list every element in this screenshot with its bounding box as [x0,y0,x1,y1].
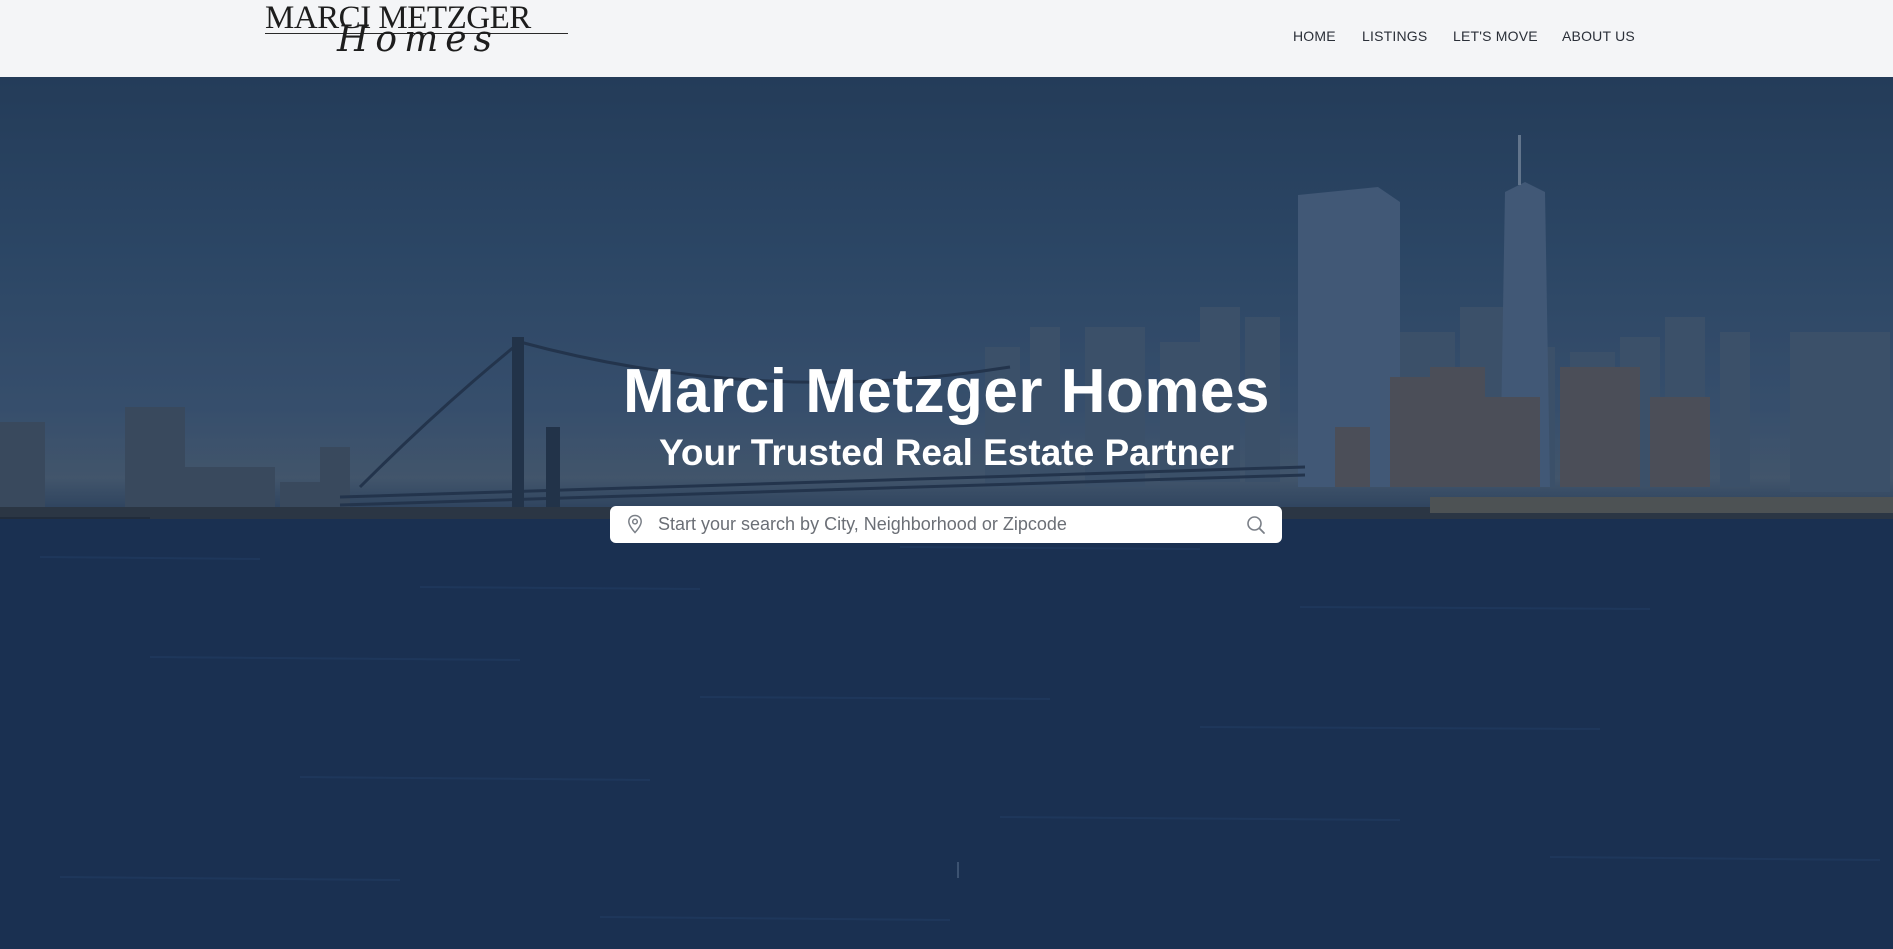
brand-logo[interactable]: MARCI METZGER Homes [265,0,570,66]
search-input[interactable] [656,506,1216,543]
scroll-down-indicator [957,862,959,878]
hero-section: Marci Metzger Homes Your Trusted Real Es… [0,77,1893,949]
search-bar[interactable] [610,506,1282,543]
search-icon[interactable] [1246,515,1266,535]
hero-subtitle: Your Trusted Real Estate Partner [658,432,1235,473]
site-header: MARCI METZGER Homes HOME LISTINGS LET'S … [0,0,1893,77]
logo-script-text: Homes [337,19,499,60]
nav-listings[interactable]: LISTINGS [1362,28,1427,44]
map-pin-icon [628,514,642,534]
hero-title: Marci Metzger Homes [623,357,1270,426]
nav-home[interactable]: HOME [1293,28,1336,44]
nav-lets-move[interactable]: LET'S MOVE [1453,28,1538,44]
nav-about-us[interactable]: ABOUT US [1562,28,1635,44]
